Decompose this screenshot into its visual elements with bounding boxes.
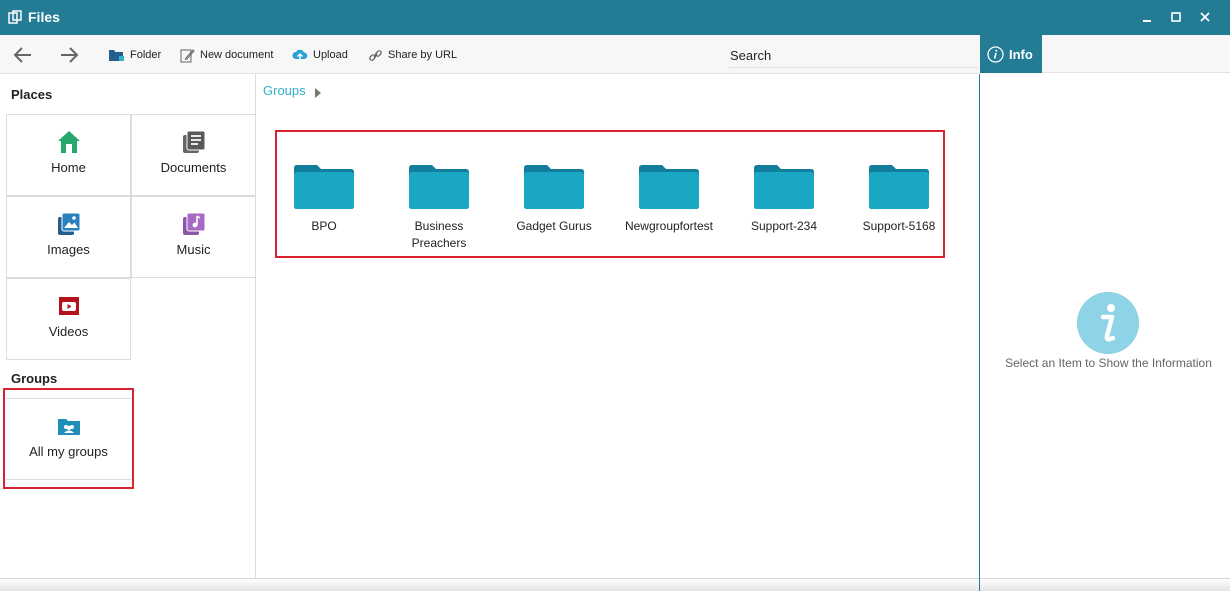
close-icon[interactable] bbox=[1197, 9, 1213, 25]
folder-icon bbox=[294, 165, 354, 209]
place-videos[interactable]: Videos bbox=[6, 278, 131, 360]
folder-name: Gadget Gurus bbox=[516, 219, 592, 233]
folder-item[interactable]: Support-5168 bbox=[844, 162, 954, 235]
place-label: Music bbox=[176, 242, 211, 257]
new-document-label: New document bbox=[200, 49, 274, 61]
images-icon bbox=[57, 212, 80, 235]
info-large-icon bbox=[1077, 292, 1139, 354]
folder-icon bbox=[524, 165, 584, 209]
minimize-icon[interactable] bbox=[1139, 9, 1155, 25]
new-folder-button[interactable]: Folder bbox=[108, 46, 161, 64]
horizontal-scrollbar[interactable] bbox=[0, 578, 1230, 591]
upload-label: Upload bbox=[313, 49, 348, 61]
folder-icon bbox=[869, 165, 929, 209]
info-panel: Select an Item to Show the Information bbox=[979, 74, 1230, 584]
place-label: Home bbox=[51, 160, 86, 175]
window-title: Files bbox=[28, 9, 60, 25]
home-icon bbox=[57, 131, 80, 153]
groups-heading: Groups bbox=[11, 371, 58, 386]
folder-item[interactable]: Support-234 bbox=[729, 162, 839, 235]
info-icon bbox=[987, 45, 1004, 63]
files-app-icon bbox=[8, 10, 22, 24]
videos-icon bbox=[58, 297, 79, 315]
folder-item[interactable]: Gadget Gurus bbox=[499, 162, 609, 235]
folder-icon bbox=[754, 165, 814, 209]
toolbar: Folder New document Upload Share by URL bbox=[0, 35, 979, 74]
forward-arrow-icon[interactable] bbox=[58, 44, 80, 66]
folder-button-label: Folder bbox=[130, 49, 162, 61]
info-divider bbox=[979, 578, 980, 591]
place-label: Images bbox=[47, 242, 90, 257]
title-bar: Files bbox=[0, 0, 1230, 35]
upload-cloud-icon bbox=[292, 49, 308, 61]
folder-icon bbox=[409, 165, 469, 209]
new-document-icon bbox=[180, 48, 195, 62]
upload-button[interactable]: Upload bbox=[292, 46, 348, 64]
folder-icon bbox=[639, 165, 699, 209]
info-tab-label: Info bbox=[1009, 46, 1033, 62]
search-input[interactable] bbox=[729, 43, 978, 68]
share-by-url-button[interactable]: Share by URL bbox=[368, 46, 457, 64]
folder-item[interactable]: Newgroupfortest bbox=[614, 162, 724, 235]
folder-name: Support-234 bbox=[750, 219, 818, 233]
place-label: Documents bbox=[160, 160, 227, 175]
folder-name: Newgroupfortest bbox=[624, 219, 714, 233]
place-music[interactable]: Music bbox=[131, 196, 256, 278]
breadcrumb-groups[interactable]: Groups bbox=[263, 83, 306, 98]
new-folder-icon bbox=[109, 50, 124, 61]
folder-item[interactable]: BPO bbox=[269, 162, 379, 235]
place-home[interactable]: Home bbox=[6, 114, 131, 196]
place-images[interactable]: Images bbox=[6, 196, 131, 278]
place-label: Videos bbox=[48, 324, 89, 339]
info-empty-message: Select an Item to Show the Information bbox=[1005, 356, 1212, 370]
documents-icon bbox=[182, 130, 205, 153]
new-document-button[interactable]: New document bbox=[180, 46, 273, 64]
folder-name: BPO bbox=[311, 219, 337, 233]
folder-name: Support-5168 bbox=[862, 219, 936, 233]
place-documents[interactable]: Documents bbox=[131, 114, 256, 196]
folder-name: Business Preachers bbox=[411, 219, 467, 250]
link-icon bbox=[369, 49, 382, 61]
maximize-icon[interactable] bbox=[1168, 9, 1184, 25]
group-label: All my groups bbox=[29, 444, 108, 459]
file-browser: Groups BPO Business Preachers Gadget Gur… bbox=[256, 74, 979, 584]
music-icon bbox=[182, 212, 205, 235]
group-folder-icon bbox=[57, 419, 80, 435]
places-heading: Places bbox=[11, 87, 53, 102]
breadcrumb: Groups bbox=[263, 82, 322, 98]
breadcrumb-arrow-icon[interactable] bbox=[314, 88, 322, 98]
back-arrow-icon[interactable] bbox=[12, 44, 34, 66]
all-my-groups[interactable]: All my groups bbox=[6, 398, 131, 480]
places-sidebar: Places Home Documents Images Music Video… bbox=[0, 74, 256, 584]
share-label: Share by URL bbox=[388, 49, 458, 61]
folder-item[interactable]: Business Preachers bbox=[384, 162, 494, 252]
files-window: Files Folder New document Upload Share b… bbox=[0, 0, 1230, 591]
info-tab[interactable]: Info bbox=[980, 35, 1042, 73]
